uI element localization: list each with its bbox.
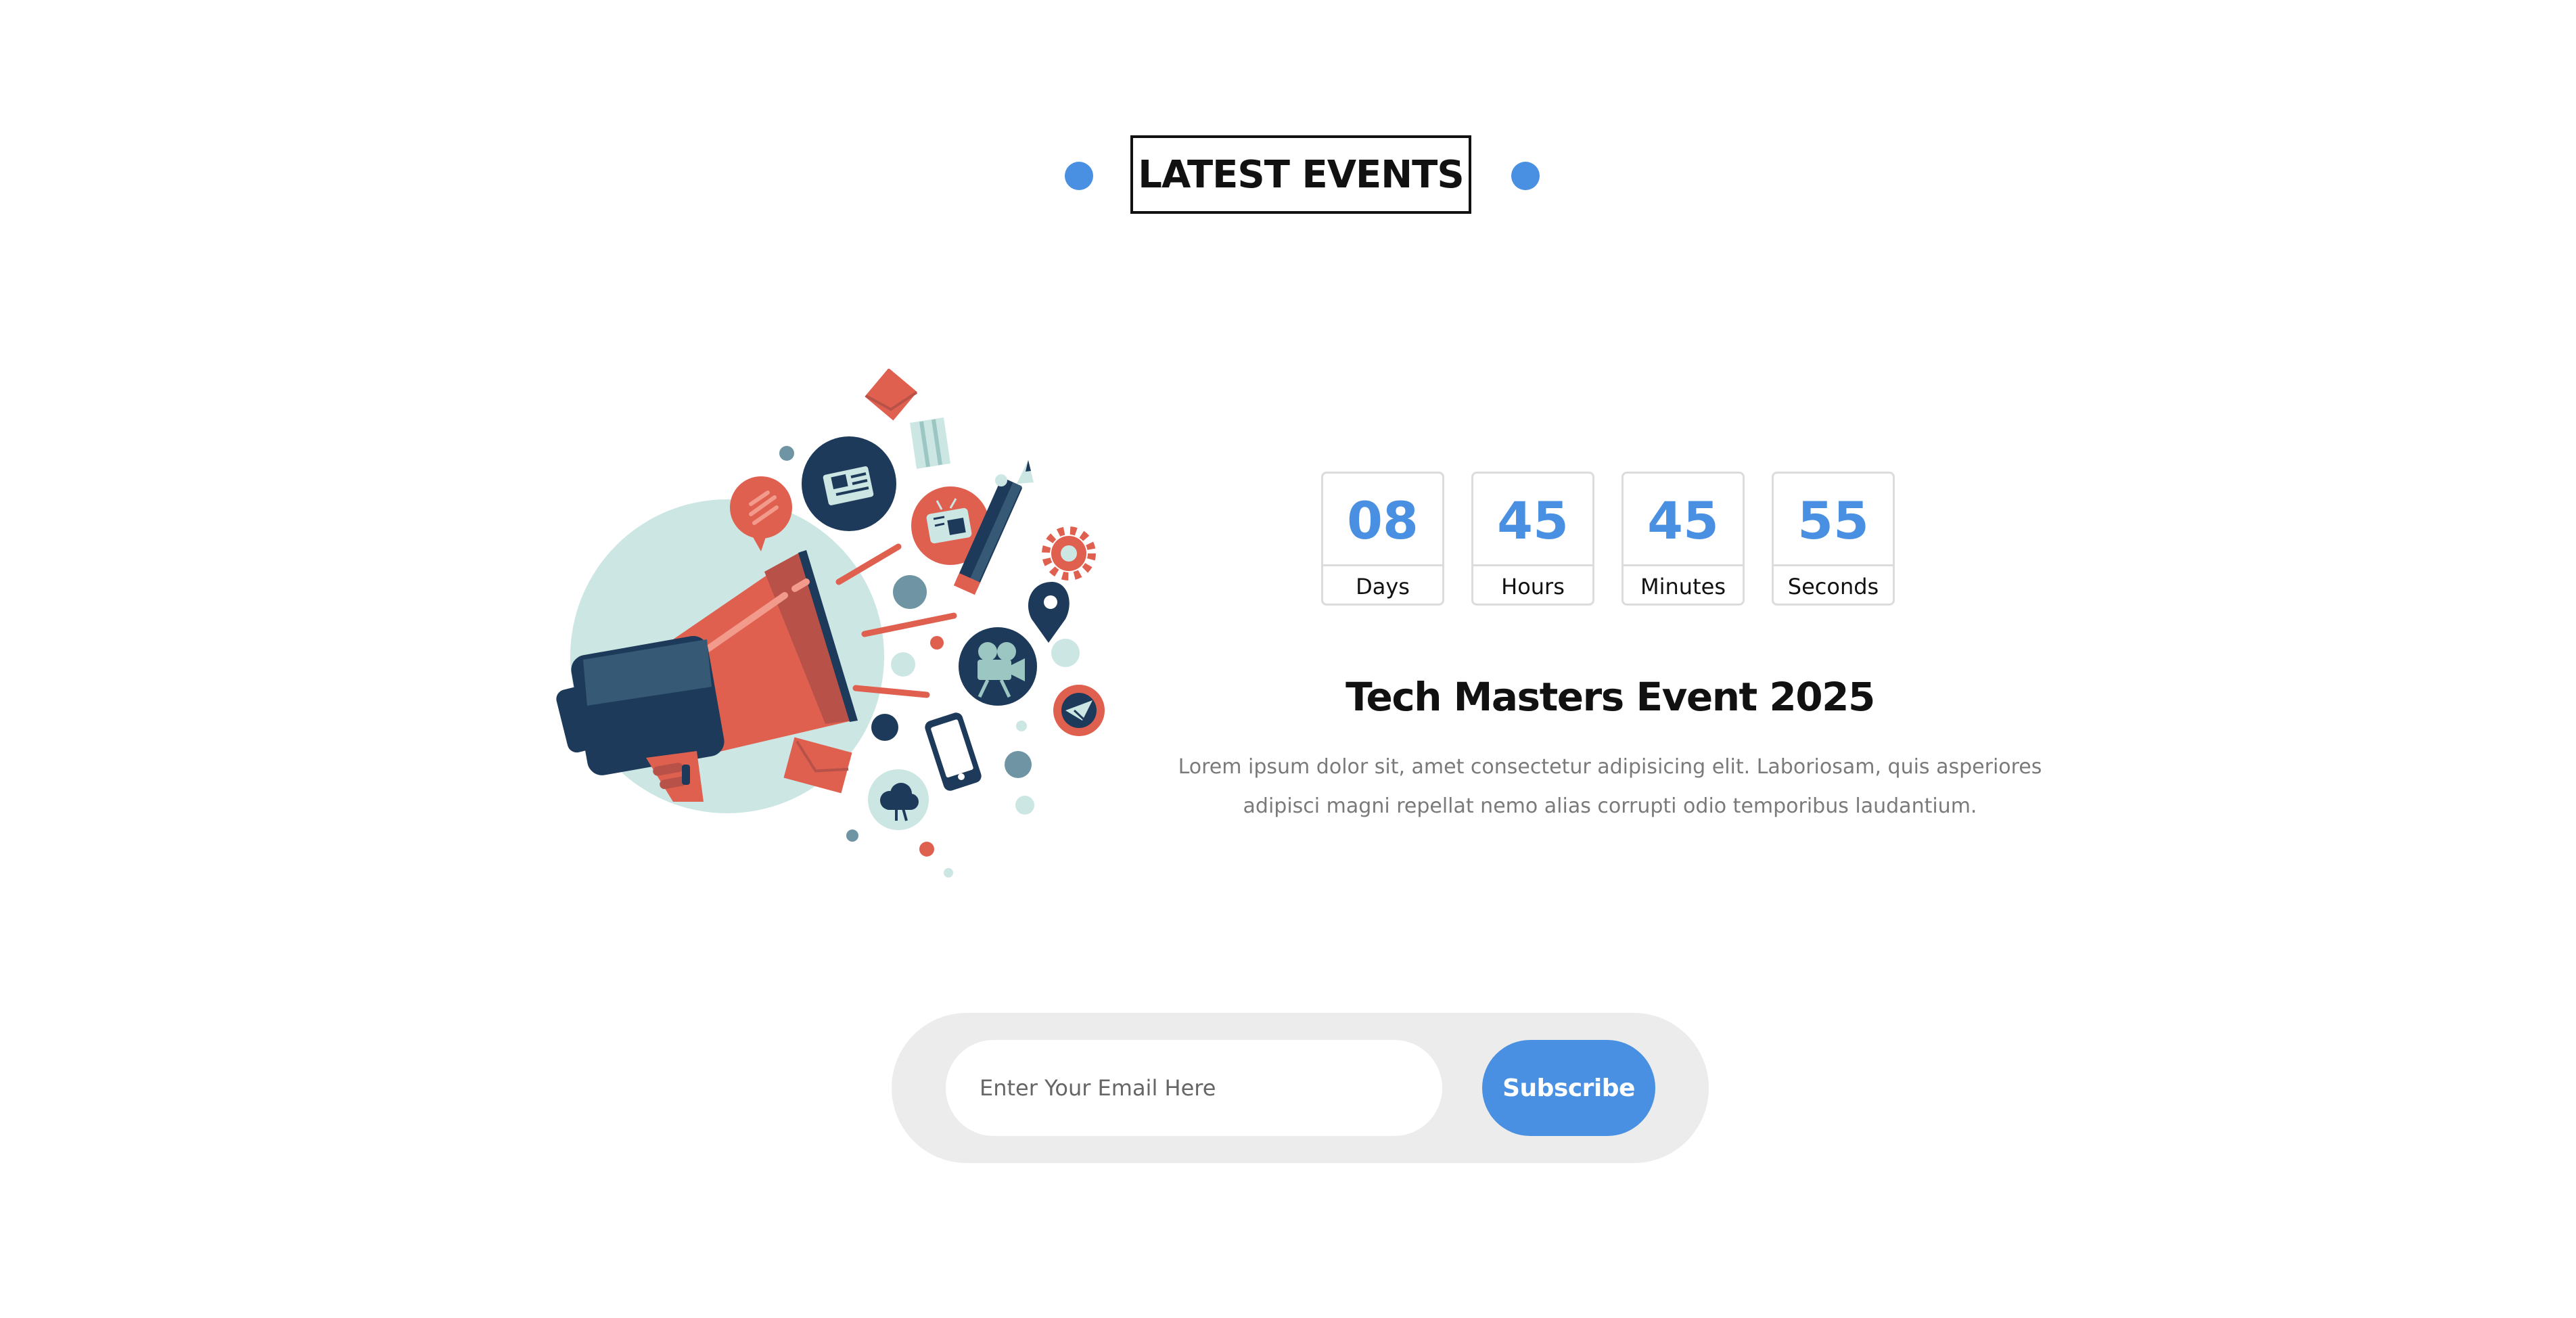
countdown-value: 45 [1647, 491, 1719, 551]
countdown-divider [1774, 564, 1893, 566]
section-heading: LATEST EVENTS [0, 135, 2576, 217]
cloud-icon [868, 769, 929, 830]
countdown-timer: 08 Days 45 Hours 45 Minutes 55 Seconds [1321, 472, 1899, 607]
marketing-illustration [528, 369, 1123, 890]
event-title: Tech Masters Event 2025 [1346, 674, 1875, 720]
countdown-label: Days [1356, 574, 1410, 599]
location-pin-icon [1028, 582, 1070, 643]
countdown-divider [1473, 564, 1592, 566]
paper-plane-icon [1053, 685, 1105, 736]
countdown-divider [1323, 564, 1442, 566]
heading-dot-right [1511, 162, 1540, 190]
heading-box: LATEST EVENTS [1130, 135, 1471, 214]
smartphone-icon [925, 712, 982, 791]
subscribe-form: Subscribe [892, 1013, 1709, 1163]
newspaper-icon [802, 436, 896, 531]
countdown-divider [1624, 564, 1743, 566]
countdown-value: 08 [1347, 491, 1419, 551]
subscribe-button[interactable]: Subscribe [1482, 1040, 1655, 1136]
envelope-icon [865, 369, 918, 421]
heading-dot-left [1065, 162, 1093, 190]
countdown-seconds: 55 Seconds [1772, 472, 1895, 606]
email-input[interactable] [946, 1040, 1442, 1136]
gear-icon [1042, 526, 1096, 581]
countdown-days: 08 Days [1321, 472, 1444, 606]
countdown-label: Minutes [1640, 574, 1726, 599]
section-title: LATEST EVENTS [1138, 152, 1464, 197]
countdown-minutes: 45 Minutes [1622, 472, 1745, 606]
countdown-value: 45 [1497, 491, 1569, 551]
events-page: LATEST EVENTS 08 Days 45 Hours 45 Minute… [0, 0, 2576, 1318]
countdown-label: Seconds [1787, 574, 1879, 599]
map-icon [910, 417, 950, 469]
event-description: Lorem ipsum dolor sit, amet consectetur … [1178, 755, 2042, 818]
countdown-value: 55 [1797, 491, 1869, 551]
video-camera-icon [959, 627, 1037, 706]
countdown-hours: 45 Hours [1471, 472, 1594, 606]
countdown-label: Hours [1501, 574, 1565, 599]
